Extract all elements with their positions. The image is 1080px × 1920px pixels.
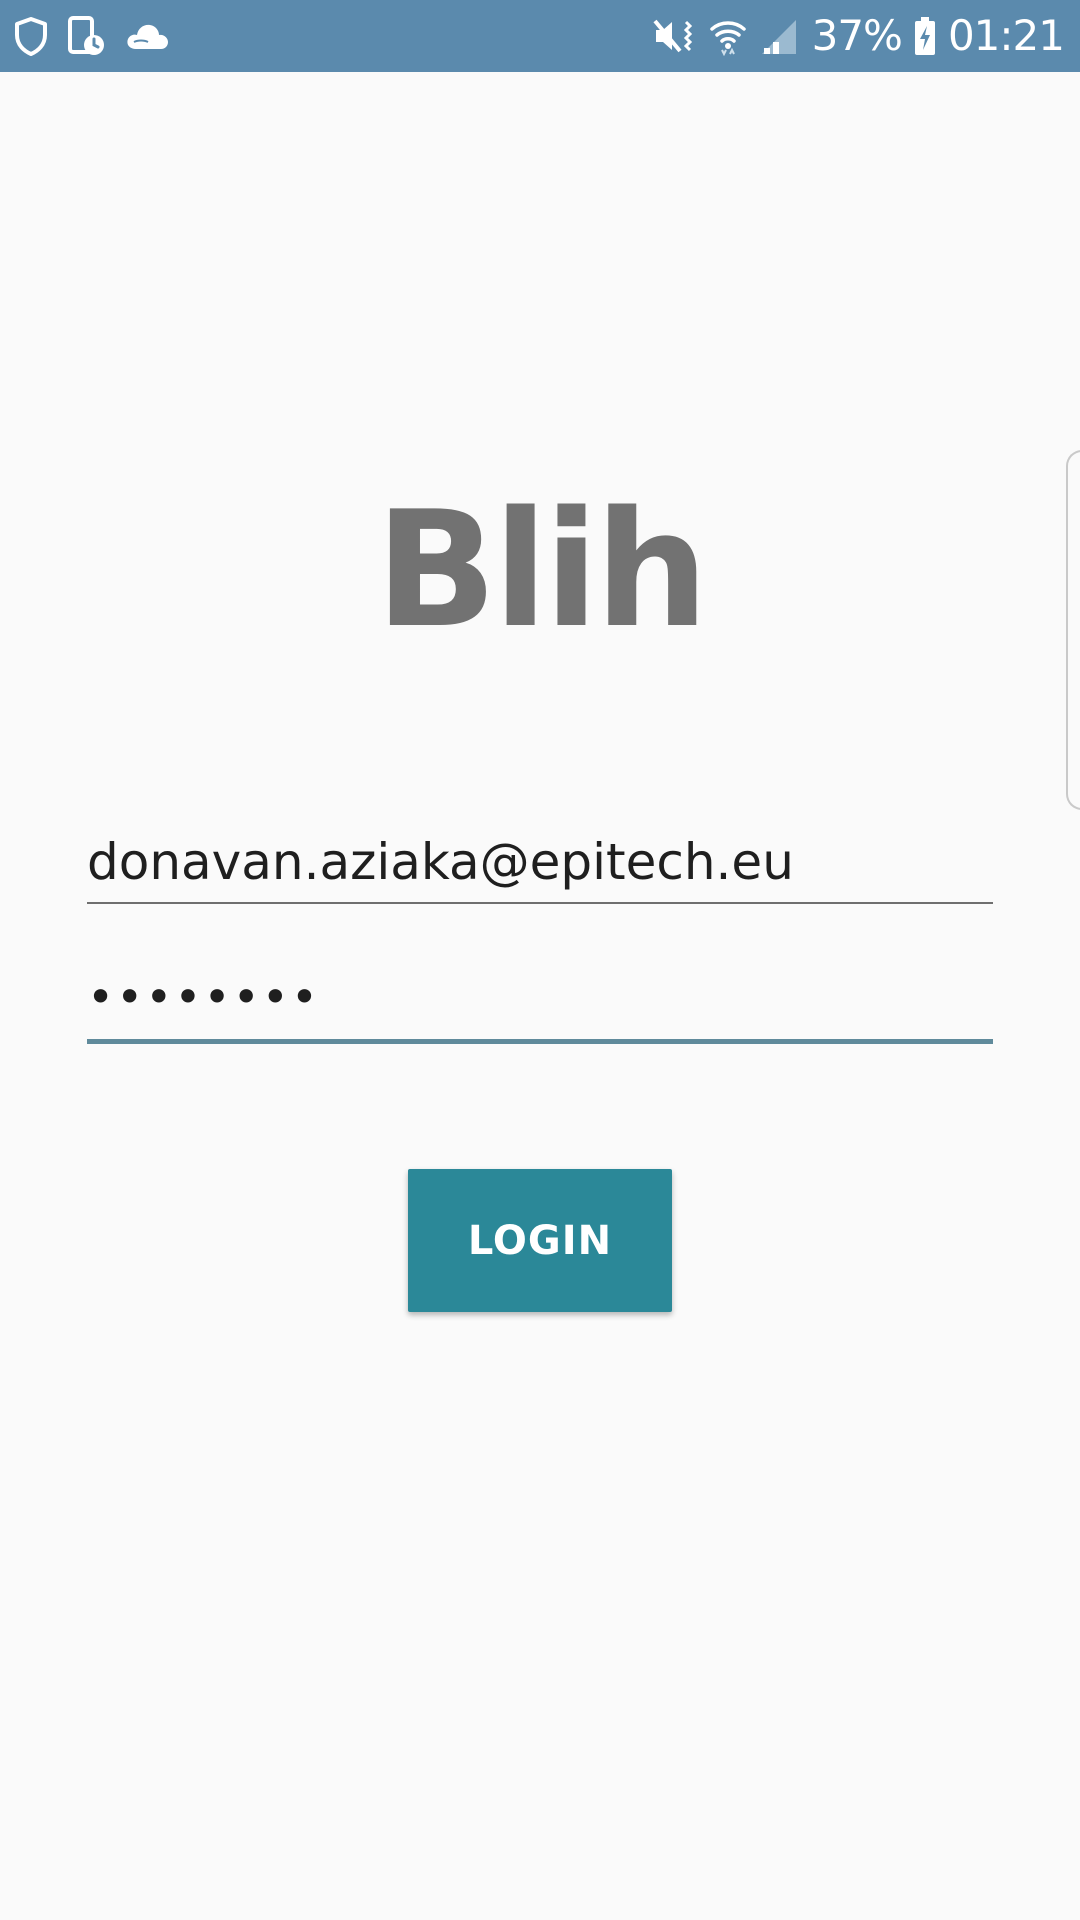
signal-icon <box>761 20 796 54</box>
cloud-icon <box>127 24 168 49</box>
edge-panel-handle[interactable] <box>1066 450 1080 810</box>
status-right-icons: 37% 01:21 <box>652 8 1065 64</box>
device-schedule-icon <box>68 16 104 55</box>
shield-icon <box>15 17 47 56</box>
mute-vibrate-icon <box>653 19 692 53</box>
status-left-icons <box>14 14 170 58</box>
login-button[interactable]: LOGIN <box>408 1169 672 1312</box>
email-field[interactable] <box>87 822 993 904</box>
battery-charging-icon <box>914 17 935 55</box>
status-time: 01:21 <box>947 11 1065 60</box>
password-field[interactable] <box>87 955 993 1044</box>
login-screen: 37% 01:21 Blih LOGIN <box>0 0 1080 1920</box>
battery-percent: 37% <box>811 11 903 60</box>
wifi-icon <box>709 21 746 56</box>
status-bar: 37% 01:21 <box>0 0 1080 72</box>
app-title: Blih <box>375 476 709 663</box>
